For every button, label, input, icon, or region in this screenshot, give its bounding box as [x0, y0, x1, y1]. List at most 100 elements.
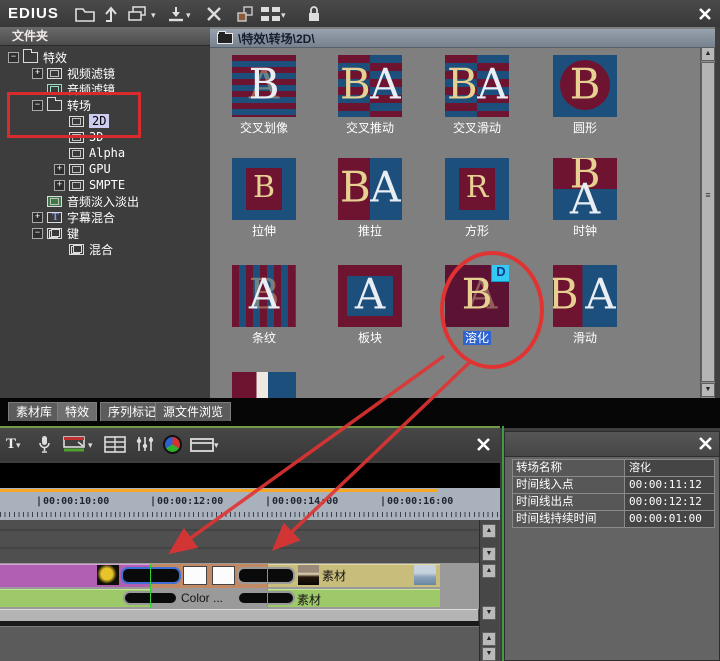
export-render-icon[interactable]: [62, 434, 93, 454]
effect-thumbnail: A B: [232, 55, 296, 117]
effect-item-cross-push[interactable]: B A 交叉推动: [338, 55, 402, 117]
folder-icon[interactable]: [74, 4, 96, 24]
blend-icon: [69, 244, 84, 255]
effect-thumbnail: A B: [232, 158, 296, 220]
duplicate-folder-icon[interactable]: [127, 4, 156, 24]
delete-icon[interactable]: [205, 4, 223, 24]
tab-bin[interactable]: 素材库: [8, 402, 60, 421]
dropdown-arrow-icon[interactable]: [151, 5, 156, 23]
dropdown-arrow-icon[interactable]: [214, 435, 219, 453]
tree-item-audio-fade[interactable]: 音频淡入淡出: [0, 193, 210, 209]
expand-toggle-icon[interactable]: [54, 164, 65, 175]
color-scope-icon[interactable]: [163, 434, 182, 454]
expand-toggle-icon[interactable]: [54, 180, 65, 191]
effect-item-stripes[interactable]: B A 条纹: [232, 265, 296, 327]
scroll-up-button[interactable]: [482, 524, 496, 538]
transition-bar[interactable]: [237, 567, 295, 584]
effect-item-clock[interactable]: B A 时钟: [553, 158, 617, 220]
tree-item-alpha[interactable]: Alpha: [0, 145, 210, 161]
audio-mixer-icon[interactable]: [136, 434, 154, 454]
transition-bar-selected[interactable]: [121, 567, 181, 584]
effect-label: 方形: [417, 222, 537, 239]
property-value: 00:00:11:12: [625, 477, 715, 493]
thumb-letter-front: A: [585, 273, 615, 315]
effect-item-push[interactable]: B A 推拉: [338, 158, 402, 220]
effect-item-cross-slide[interactable]: B A 交叉滑动: [445, 55, 509, 117]
up-folder-icon[interactable]: [103, 4, 119, 24]
clip-thumbnail-sky: [414, 565, 436, 585]
effect-item-partial[interactable]: [232, 372, 296, 398]
tab-effects[interactable]: 特效: [57, 402, 97, 421]
bin-tray-icon[interactable]: [190, 434, 219, 454]
ruler-tick: 00:00:16:00: [380, 496, 453, 507]
tab-source-browser[interactable]: 源文件浏览: [155, 402, 231, 421]
expand-toggle-icon[interactable]: [32, 68, 43, 79]
effect-item-slide[interactable]: B A 滑动: [553, 265, 617, 327]
scroll-up-button[interactable]: [482, 632, 496, 646]
tree-item-smpte[interactable]: SMPTE: [0, 177, 210, 193]
thumb-letter-back: B: [340, 63, 371, 105]
dropdown-arrow-icon[interactable]: [281, 5, 286, 23]
effect-item-blocks[interactable]: A 板块: [338, 265, 402, 327]
info-close-icon[interactable]: [698, 436, 713, 451]
clip-thumbnail-sunset: [298, 565, 319, 585]
scroll-down-button[interactable]: [482, 647, 496, 661]
ruler-tick: 00:00:10:00: [36, 496, 109, 507]
scroll-down-button[interactable]: [482, 547, 496, 561]
collapse-toggle-icon[interactable]: [8, 52, 19, 63]
timeline-close-icon[interactable]: [476, 434, 491, 454]
voiceover-mic-icon[interactable]: [36, 434, 53, 454]
dropdown-arrow-icon[interactable]: [186, 5, 191, 23]
view-mode-icon[interactable]: [260, 4, 286, 24]
tree-label: SMPTE: [89, 178, 125, 192]
tree-item-key[interactable]: 键: [0, 225, 210, 241]
scroll-up-button[interactable]: [701, 47, 715, 61]
collapse-toggle-icon[interactable]: [32, 228, 43, 239]
folder-icon: [217, 33, 233, 44]
timeline-header-strip: [0, 463, 500, 489]
dropdown-arrow-icon[interactable]: [88, 435, 93, 453]
scroll-down-button[interactable]: [701, 383, 715, 397]
property-row: 时间线持续时间 00:00:01:00: [513, 511, 715, 528]
import-icon[interactable]: [166, 4, 191, 24]
transition-bar[interactable]: [237, 591, 295, 605]
annotation-rectangle-transitions: [7, 92, 141, 138]
effect-item-stretch[interactable]: A B 拉伸: [232, 158, 296, 220]
scroll-down-button[interactable]: [482, 606, 496, 620]
track-area: 素材 Color ... 素材: [0, 520, 500, 661]
grid-table-icon[interactable]: [104, 434, 126, 454]
thumb-letter-front: A: [370, 166, 400, 208]
tree-item-gpu[interactable]: GPU: [0, 161, 210, 177]
effect-item-square[interactable]: A R 方形: [445, 158, 509, 220]
title-tool-icon[interactable]: T: [6, 434, 21, 454]
tree-label: 字幕混合: [67, 209, 115, 226]
thumb-letter-back: B: [553, 273, 579, 315]
scrollbar-thumb[interactable]: [701, 62, 715, 382]
filter-folder-icon: [69, 180, 84, 191]
thumb-letter-front: A: [249, 273, 279, 315]
tree-item-title-mixer[interactable]: 字幕混合: [0, 209, 210, 225]
timecode-ruler[interactable]: 00:00:10:00 00:00:12:00 00:00:14:00 00:0…: [0, 488, 500, 520]
effects-scrollbar[interactable]: [700, 47, 716, 398]
tree-item-blend[interactable]: 混合: [0, 241, 210, 257]
tree-label: GPU: [89, 162, 111, 176]
property-label: 时间线出点: [513, 494, 625, 510]
window-close-icon[interactable]: [697, 4, 713, 24]
empty-track-area: [0, 626, 479, 661]
tree-item-effects[interactable]: 特效: [0, 49, 210, 65]
property-row: 时间线入点 00:00:11:12: [513, 477, 715, 494]
effect-item-circle[interactable]: B 圆形: [553, 55, 617, 117]
swap-colors-icon[interactable]: [236, 4, 254, 24]
filter-folder-icon: [69, 148, 84, 159]
property-row: 转场名称 溶化: [513, 460, 715, 477]
effect-thumbnail: A R: [445, 158, 509, 220]
effect-item-cross-wipe[interactable]: A B 交叉划像: [232, 55, 296, 117]
expand-toggle-icon[interactable]: [32, 212, 43, 223]
tree-label: 键: [67, 225, 79, 242]
thumb-letter-front: A: [570, 179, 600, 220]
tree-item-video-filters[interactable]: 视频滤镜: [0, 65, 210, 81]
folder-panel-header: 文件夹: [0, 27, 210, 46]
effect-thumbnail: B A: [232, 265, 296, 327]
scroll-up-button[interactable]: [482, 564, 496, 578]
dropdown-arrow-icon[interactable]: [16, 435, 21, 453]
